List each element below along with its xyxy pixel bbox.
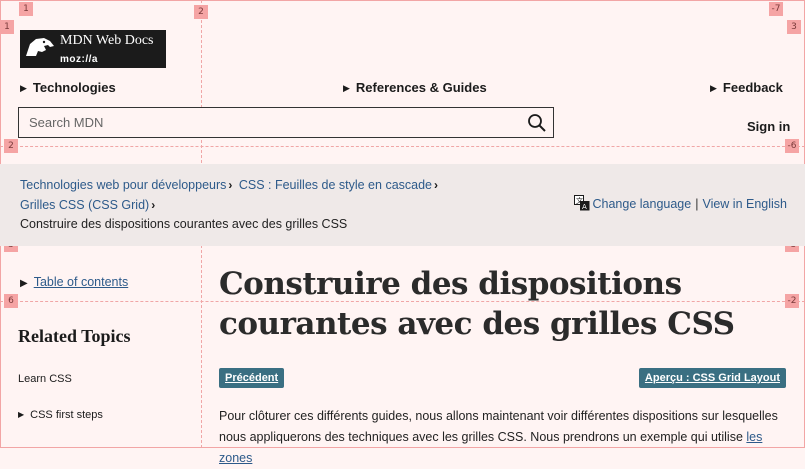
breadcrumb-link[interactable]: Technologies web pour développeurs: [20, 178, 226, 192]
search-icon[interactable]: [527, 113, 547, 133]
breadcrumb-link[interactable]: CSS : Feuilles de style en cascade: [239, 178, 432, 192]
overlay-marker: -2: [785, 294, 799, 308]
overlay-marker: 3: [787, 20, 801, 34]
triangle-right-icon: ▶: [20, 83, 27, 93]
triangle-right-icon: ▶: [20, 278, 28, 289]
page-title: Construire des dispositions courantes av…: [219, 266, 735, 342]
overlay-marker: 2: [194, 5, 208, 19]
translate-icon: 文 A: [573, 195, 589, 211]
search-input[interactable]: [19, 108, 539, 137]
sidebar-item-learn-css[interactable]: Learn CSS: [18, 373, 72, 385]
logo-subtitle: moz://a: [60, 54, 98, 65]
overlay-marker: 2: [4, 139, 18, 153]
next-overview-button[interactable]: Aperçu : CSS Grid Layout: [638, 368, 786, 388]
chevron-right-icon: ›: [151, 198, 156, 212]
previous-button[interactable]: Précédent: [219, 368, 285, 388]
language-switcher: 文 A Change language | View in English: [573, 195, 787, 211]
overlay-marker: -7: [769, 2, 783, 16]
guide-line: [0, 146, 805, 147]
overlay-marker: 6: [4, 294, 18, 308]
nav-label: Feedback: [722, 80, 783, 95]
triangle-right-icon: ▶: [710, 83, 717, 93]
mdn-logo[interactable]: MDN Web Docs moz://a: [20, 30, 166, 68]
breadcrumb-current: Construire des dispositions courantes av…: [20, 217, 348, 231]
overlay-marker: -6: [785, 139, 799, 153]
triangle-right-icon: ▶: [343, 83, 350, 93]
view-in-english-link[interactable]: View in English: [702, 197, 787, 211]
toc-link[interactable]: Table of contents: [34, 275, 129, 289]
sign-in-link[interactable]: Sign in: [747, 119, 790, 134]
nav-technologies[interactable]: ▶ Technologies: [20, 80, 116, 95]
nav-label: References & Guides: [355, 80, 487, 95]
intro-paragraph: Pour clôturer ces différents guides, nou…: [219, 406, 789, 469]
chevron-right-icon: ›: [434, 178, 438, 192]
nav-feedback[interactable]: ▶ Feedback: [710, 80, 783, 95]
chevron-right-icon: ›: [228, 178, 233, 192]
search-box: [18, 107, 554, 138]
separator: |: [695, 197, 699, 211]
related-topics-heading: Related Topics: [18, 326, 131, 346]
sidebar-item-css-first-steps[interactable]: ▶ CSS first steps: [18, 409, 103, 421]
change-language-link[interactable]: Change language: [593, 197, 692, 211]
triangle-right-icon: ▶: [18, 410, 25, 419]
logo-title: MDN Web Docs: [60, 33, 154, 48]
overlay-marker: 1: [19, 2, 33, 16]
svg-text:A: A: [582, 203, 587, 211]
dinosaur-icon: [26, 38, 54, 56]
nav-references-guides[interactable]: ▶ References & Guides: [343, 80, 487, 95]
nav-label: Technologies: [32, 80, 116, 95]
paragraph-text: Pour clôturer ces différents guides, nou…: [219, 409, 778, 444]
sidebar-item-label: CSS first steps: [30, 409, 103, 421]
breadcrumb: Technologies web pour développeurs › CSS …: [0, 164, 805, 246]
table-of-contents-toggle[interactable]: ▶ Table of contents: [20, 275, 128, 289]
breadcrumb-link[interactable]: Grilles CSS (CSS Grid): [20, 198, 149, 212]
overlay-marker: 1: [0, 20, 14, 34]
